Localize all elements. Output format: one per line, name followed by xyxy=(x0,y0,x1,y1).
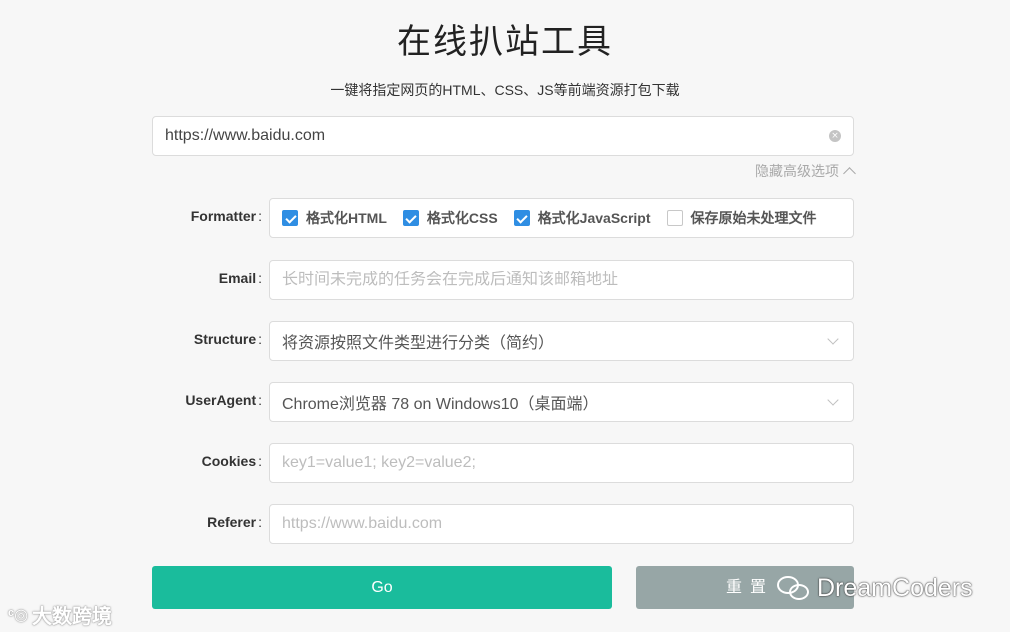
cookies-label: Cookies: xyxy=(201,453,262,469)
structure-select-value: 将资源按照文件类型进行分类（简约） xyxy=(282,335,555,352)
go-button[interactable]: Go xyxy=(152,566,612,609)
cookies-field[interactable] xyxy=(282,454,841,472)
structure-select[interactable]: 将资源按照文件类型进行分类（简约） xyxy=(269,321,854,361)
cookies-field-box[interactable] xyxy=(269,443,854,483)
checkbox-checked-icon[interactable] xyxy=(282,210,298,226)
chevron-down-icon[interactable] xyxy=(827,394,839,406)
url-input-box[interactable]: × xyxy=(152,116,854,156)
formatter-label: Formatter: xyxy=(190,208,262,224)
email-label: Email: xyxy=(218,270,262,286)
useragent-select-value: Chrome浏览器 78 on Windows10（桌面端） xyxy=(282,396,599,413)
formatter-options: 格式化HTML 格式化CSS 格式化JavaScript 保存原始未处理文件 xyxy=(269,198,854,238)
wechat-icon xyxy=(777,575,811,602)
watermark-right: DreamCoders xyxy=(777,574,973,603)
format-css-checkbox[interactable]: 格式化CSS xyxy=(402,208,498,228)
checkbox-checked-icon[interactable] xyxy=(402,210,419,226)
watermark-logo-icon: ᶜ◎ xyxy=(8,606,29,624)
chevron-up-icon xyxy=(843,166,856,180)
chevron-down-icon[interactable] xyxy=(827,333,839,345)
referer-field[interactable] xyxy=(282,515,841,533)
advanced-options-toggle[interactable]: 隐藏高级选项 xyxy=(755,161,856,181)
useragent-select[interactable]: Chrome浏览器 78 on Windows10（桌面端） xyxy=(269,382,854,422)
clear-icon[interactable]: × xyxy=(829,130,841,142)
watermark-left: ᶜ◎ 大数跨境 xyxy=(8,606,113,628)
url-input[interactable] xyxy=(165,127,829,145)
advanced-options-label: 隐藏高级选项 xyxy=(755,163,839,179)
checkbox-unchecked-icon[interactable] xyxy=(666,210,683,226)
page-subtitle: 一键将指定网页的HTML、CSS、JS等前端资源打包下载 xyxy=(330,82,680,98)
format-js-checkbox[interactable]: 格式化JavaScript xyxy=(513,208,651,228)
save-original-checkbox[interactable]: 保存原始未处理文件 xyxy=(666,208,817,228)
checkbox-checked-icon[interactable] xyxy=(513,210,530,226)
page-title: 在线扒站工具 xyxy=(397,22,613,62)
email-field[interactable] xyxy=(282,271,841,289)
referer-field-box[interactable] xyxy=(269,504,854,544)
referer-label: Referer: xyxy=(207,514,262,530)
format-html-checkbox[interactable]: 格式化HTML xyxy=(282,208,387,228)
useragent-label: UserAgent: xyxy=(185,392,262,408)
email-field-box[interactable] xyxy=(269,260,854,300)
structure-label: Structure: xyxy=(193,331,262,347)
